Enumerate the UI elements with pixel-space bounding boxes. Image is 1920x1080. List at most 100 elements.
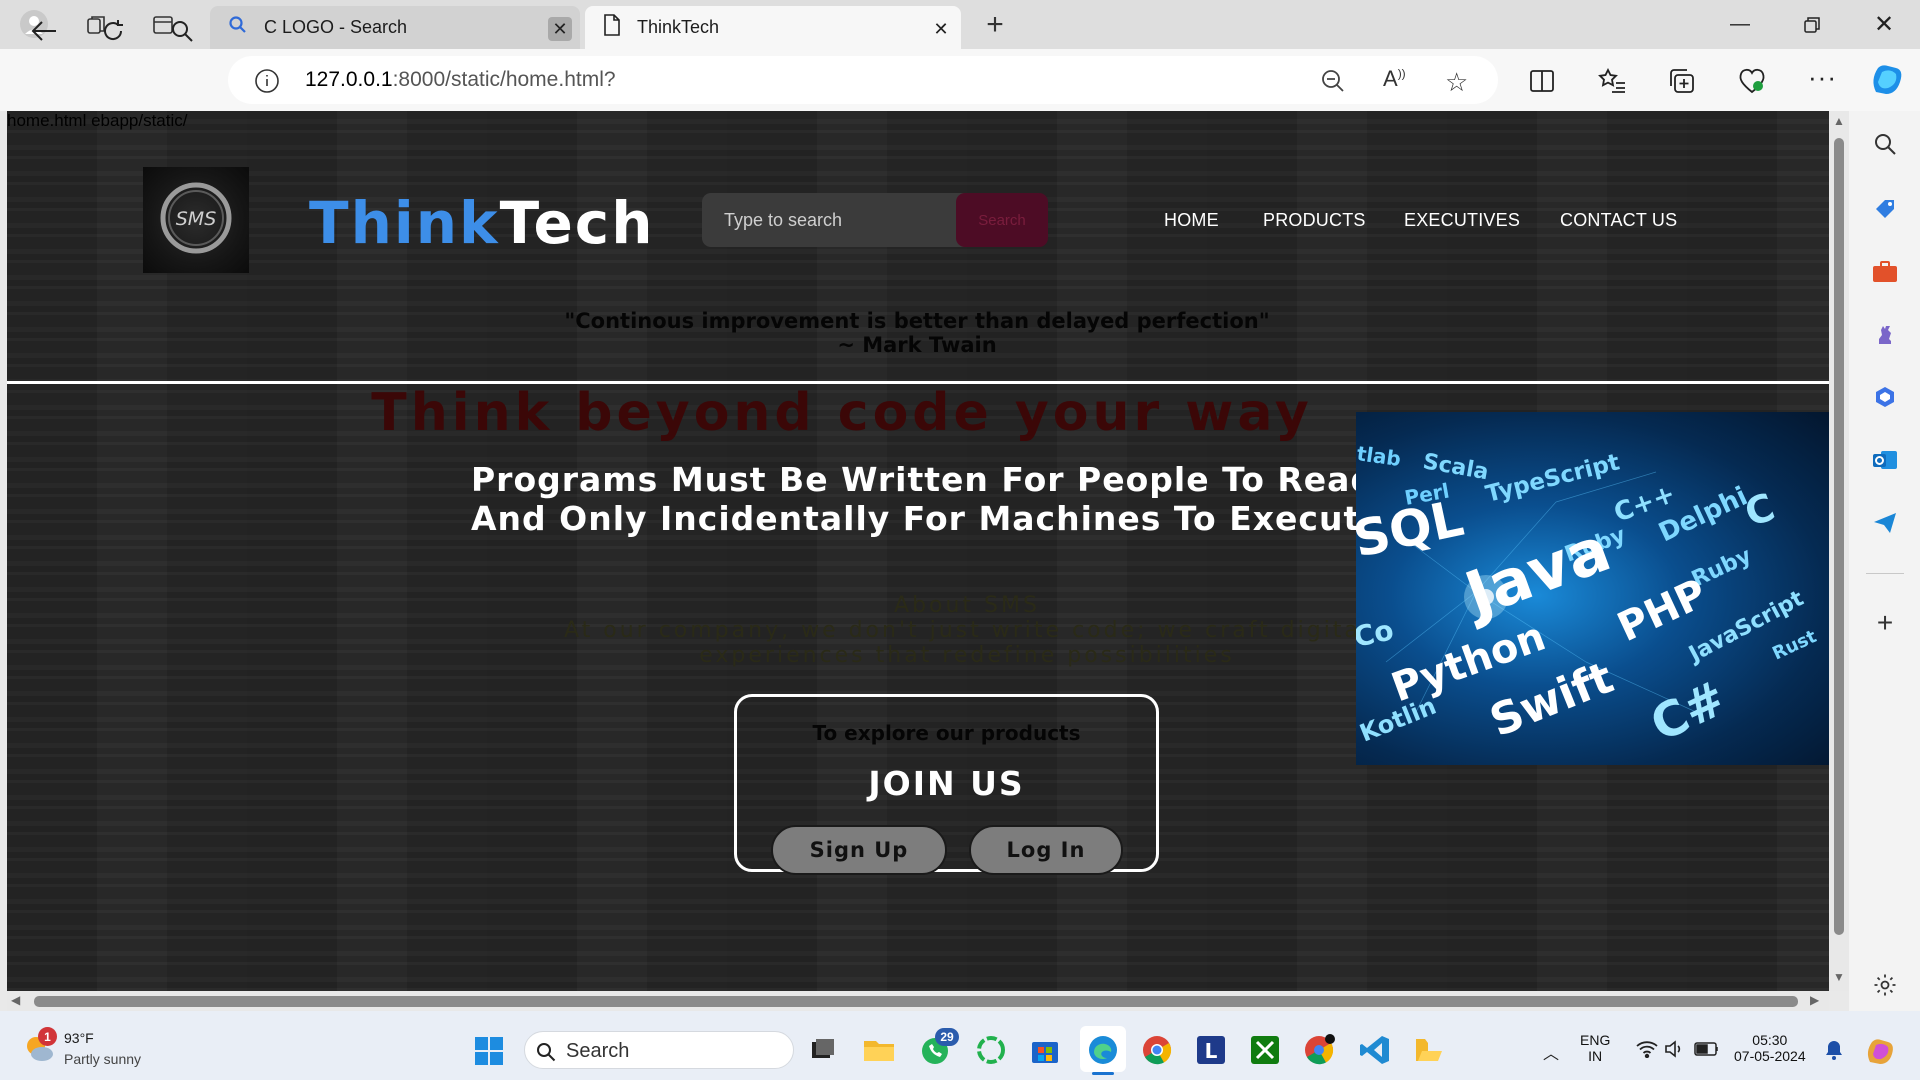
search-input[interactable] <box>702 193 972 247</box>
scroll-right-icon[interactable]: ▶ <box>1810 993 1819 1007</box>
new-tab-icon[interactable]: + <box>978 8 1012 42</box>
tab-thinktech[interactable]: ThinkTech ✕ <box>585 6 961 49</box>
document-icon <box>603 14 621 41</box>
close-tab-icon[interactable]: ✕ <box>929 17 953 41</box>
back-arrow-icon[interactable] <box>22 9 66 53</box>
weather-alert-badge: 1 <box>38 1027 57 1046</box>
l-app-icon[interactable]: L <box>1194 1033 1228 1067</box>
nav-home[interactable]: HOME <box>1164 210 1219 231</box>
search-icon <box>228 15 248 40</box>
favorites-list-icon[interactable] <box>1598 67 1626 99</box>
language-indicator[interactable]: ENG IN <box>1580 1032 1610 1064</box>
language-region: IN <box>1588 1048 1603 1064</box>
about-title: About SMS <box>894 593 1040 618</box>
zoom-out-icon[interactable] <box>1320 68 1346 99</box>
shopping-tag-icon[interactable] <box>1872 196 1898 222</box>
favorite-star-icon[interactable]: ☆ <box>1445 67 1468 98</box>
site-brand: ThinkTech <box>309 189 654 257</box>
windows-start-icon[interactable] <box>474 1036 504 1071</box>
lang-word: SQL <box>1356 489 1468 569</box>
weather-temperature[interactable]: 93°F <box>64 1030 94 1046</box>
sign-up-button[interactable]: Sign Up <box>771 825 947 875</box>
games-icon[interactable] <box>1872 321 1898 347</box>
log-in-button[interactable]: Log In <box>969 825 1123 875</box>
lang-word: Co <box>1356 613 1396 654</box>
about-section: About SMS At our company, we don't just … <box>467 593 1467 668</box>
nav-contact-us[interactable]: CONTACT US <box>1560 210 1677 231</box>
restore-window-button[interactable] <box>1778 0 1846 49</box>
collections-icon[interactable] <box>1668 68 1696 99</box>
vs-code-icon[interactable] <box>1358 1033 1392 1067</box>
close-window-button[interactable]: ✕ <box>1850 0 1918 49</box>
circle-app-icon[interactable] <box>974 1033 1008 1067</box>
refresh-icon[interactable] <box>91 9 135 53</box>
sidebar-settings-icon[interactable] <box>1872 972 1898 998</box>
wifi-icon[interactable] <box>1636 1040 1658 1063</box>
about-text: At our company, we don't just write code… <box>563 618 1371 643</box>
quote-text: "Continous improvement is better than de… <box>564 309 1270 333</box>
browser-essentials-icon[interactable] <box>1738 68 1766 99</box>
minimize-window-button[interactable]: — <box>1706 0 1774 49</box>
close-tab-icon[interactable]: ✕ <box>548 17 572 41</box>
nav-products[interactable]: PRODUCTS <box>1263 210 1366 231</box>
weather-condition[interactable]: Partly sunny <box>64 1051 141 1067</box>
split-screen-icon[interactable] <box>1529 68 1555 99</box>
clock[interactable]: 05:30 07-05-2024 <box>1734 1032 1806 1064</box>
vertical-scroll-thumb[interactable] <box>1834 138 1844 935</box>
nav-executives[interactable]: EXECUTIVES <box>1404 210 1520 231</box>
lang-word: C# <box>1642 670 1734 753</box>
show-hidden-icons[interactable]: ︿ <box>1543 1040 1559 1064</box>
copilot-icon[interactable] <box>1868 62 1906 103</box>
chrome-icon[interactable] <box>1140 1033 1174 1067</box>
add-sidebar-app-icon[interactable]: + <box>1872 607 1898 638</box>
windows-taskbar <box>0 1011 1920 1080</box>
edge-browser-icon[interactable] <box>1086 1033 1120 1067</box>
about-text: experiences that redefine possibilities <box>699 643 1235 668</box>
more-options-icon[interactable]: ··· <box>1808 62 1837 93</box>
lang-word: tlab <box>1356 441 1402 471</box>
file-explorer-icon[interactable] <box>862 1033 896 1067</box>
lang-word: TypeScript <box>1483 449 1622 507</box>
outlook-icon[interactable] <box>1872 447 1898 473</box>
brand-tech: Tech <box>499 189 655 257</box>
site-info-icon[interactable] <box>254 68 280 99</box>
taskbar-search-box[interactable] <box>524 1031 794 1069</box>
tagline: Think beyond code your way <box>371 383 1313 443</box>
microsoft-store-icon[interactable] <box>1028 1033 1062 1067</box>
pinned-folder-icon[interactable] <box>1412 1033 1446 1067</box>
scroll-down-icon[interactable]: ▼ <box>1833 970 1845 984</box>
clock-time: 05:30 <box>1752 1032 1788 1048</box>
url-text[interactable]: 127.0.0.1:8000/static/home.html? <box>305 68 616 92</box>
chrome-profile-icon[interactable] <box>1302 1033 1336 1067</box>
lang-word: C <box>1739 485 1780 536</box>
scroll-left-icon[interactable]: ◀ <box>11 993 20 1007</box>
battery-icon[interactable] <box>1694 1042 1720 1061</box>
url-host: 127.0.0.1 <box>305 68 393 91</box>
active-app-indicator <box>1092 1072 1114 1075</box>
search-icon[interactable] <box>160 9 204 53</box>
tab-title: ThinkTech <box>637 17 720 37</box>
whatsapp-badge: 29 <box>935 1028 959 1046</box>
send-icon[interactable] <box>1872 510 1898 536</box>
clock-date: 07-05-2024 <box>1734 1048 1806 1064</box>
logo[interactable]: SMS <box>143 167 249 273</box>
search-button[interactable]: Search <box>956 193 1048 247</box>
sidebar-search-icon[interactable] <box>1872 131 1898 157</box>
lang-word: Rust <box>1769 626 1820 665</box>
read-aloud-icon[interactable]: A)) <box>1383 66 1406 92</box>
xbox-icon[interactable] <box>1248 1033 1282 1067</box>
task-view-icon[interactable] <box>806 1033 840 1067</box>
header-quote: "Continous improvement is better than de… <box>307 309 1527 357</box>
copilot-preview-icon[interactable] <box>1864 1036 1898 1071</box>
explore-text: To explore our products <box>812 721 1081 745</box>
horizontal-scroll-thumb[interactable] <box>34 996 1798 1007</box>
scroll-up-icon[interactable]: ▲ <box>1833 114 1845 128</box>
notifications-bell-icon[interactable] <box>1825 1040 1843 1065</box>
microsoft-365-icon[interactable] <box>1872 384 1898 410</box>
volume-icon[interactable] <box>1664 1040 1686 1063</box>
tools-icon[interactable] <box>1872 259 1898 285</box>
language-code: ENG <box>1580 1032 1611 1048</box>
taskbar-search-label: Search <box>566 1040 630 1062</box>
tab-c-logo-search[interactable]: C LOGO - Search ✕ <box>210 6 580 49</box>
web-page: home.html ebapp/static/ SMS ThinkTech Se… <box>7 111 1829 991</box>
